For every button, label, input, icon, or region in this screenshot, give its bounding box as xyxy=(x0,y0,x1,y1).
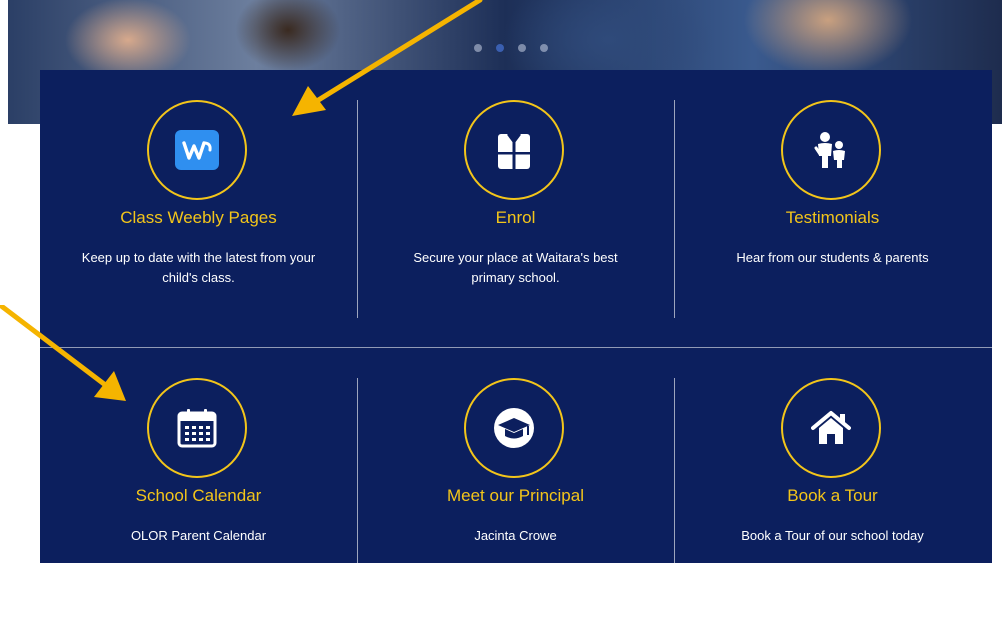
slider-dot[interactable] xyxy=(474,44,482,52)
card-book-a-tour[interactable]: Book a Tour Book a Tour of our school to… xyxy=(674,378,991,618)
icon-ring xyxy=(147,100,247,200)
slider-dots xyxy=(474,44,548,52)
slider-dot[interactable] xyxy=(518,44,526,52)
quick-links-panel: Class Weebly Pages Keep up to date with … xyxy=(40,70,992,596)
icon-ring xyxy=(147,378,247,478)
card-meet-our-principal[interactable]: Meet our Principal Jacinta Crowe xyxy=(357,378,674,618)
icon-ring xyxy=(781,100,881,200)
card-title[interactable]: Meet our Principal xyxy=(357,486,674,506)
card-title[interactable]: School Calendar xyxy=(40,486,357,506)
card-description: Book a Tour of our school today xyxy=(741,528,924,543)
card-school-calendar[interactable]: School Calendar OLOR Parent Calendar xyxy=(40,378,357,618)
card-description: Jacinta Crowe xyxy=(474,528,557,543)
weebly-icon xyxy=(175,130,219,170)
card-enrol[interactable]: Enrol Secure your place at Waitara's bes… xyxy=(357,100,674,340)
card-title[interactable]: Enrol xyxy=(357,208,674,228)
card-description: Hear from our students & parents xyxy=(736,250,929,265)
row-divider xyxy=(40,347,992,348)
card-description: Secure your place at Waitara's best prim… xyxy=(413,250,618,285)
parent-child-icon xyxy=(814,132,845,168)
card-testimonials[interactable]: Testimonials Hear from our students & pa… xyxy=(674,100,991,340)
card-description: Keep up to date with the latest from you… xyxy=(81,250,316,285)
calendar-icon xyxy=(177,409,217,448)
card-title[interactable]: Book a Tour xyxy=(674,486,991,506)
graduation-cap-icon xyxy=(494,408,534,448)
quick-links-row: School Calendar OLOR Parent Calendar Mee… xyxy=(40,378,992,618)
home-icon xyxy=(811,411,851,444)
card-title[interactable]: Testimonials xyxy=(674,208,991,228)
icon-ring xyxy=(464,378,564,478)
icon-ring xyxy=(464,100,564,200)
quick-links-row: Class Weebly Pages Keep up to date with … xyxy=(40,100,992,340)
icon-ring xyxy=(781,378,881,478)
card-title[interactable]: Class Weebly Pages xyxy=(40,208,357,228)
uniform-icon xyxy=(498,133,530,169)
slider-dot[interactable] xyxy=(540,44,548,52)
slider-dot-active[interactable] xyxy=(496,44,504,52)
card-description: OLOR Parent Calendar xyxy=(130,528,267,543)
card-class-weebly-pages[interactable]: Class Weebly Pages Keep up to date with … xyxy=(40,100,357,340)
